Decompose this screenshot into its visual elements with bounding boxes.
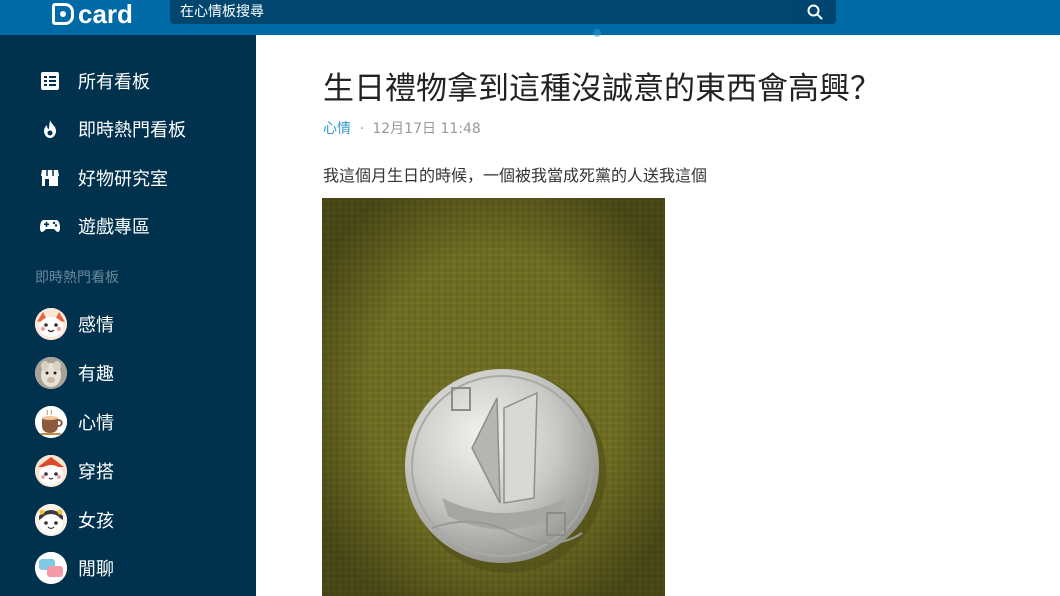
logo-text: card (78, 0, 133, 29)
forum-avatar-funny-icon (35, 357, 67, 389)
sidebar-forum-girl[interactable]: 女孩 (0, 500, 256, 540)
post-body: 我這個月生日的時候，一個被我當成死黨的人送我這個 (323, 166, 708, 185)
top-navigation-bar: card (0, 0, 1060, 35)
store-icon (39, 167, 61, 189)
sidebar-item-good-stuff[interactable]: 好物研究室 (0, 158, 256, 198)
sidebar: 所有看板 即時熱門看板 好物研究室 遊戲專區 即時熱門看板 感情 有趣 心情 穿… (0, 35, 256, 596)
post-title: 生日禮物拿到這種沒誠意的東西會高興？ (323, 71, 881, 107)
board-list-icon (39, 70, 61, 92)
dcard-logo[interactable]: card (52, 0, 133, 28)
forum-label: 有趣 (78, 364, 114, 385)
dcard-logo-icon (52, 3, 74, 25)
sidebar-item-games[interactable]: 遊戲專區 (0, 206, 256, 246)
sidebar-forum-love[interactable]: 感情 (0, 304, 256, 344)
forum-avatar-girl-icon (35, 504, 67, 536)
forum-label: 女孩 (78, 511, 114, 532)
sidebar-forum-talk[interactable]: 閒聊 (0, 548, 256, 588)
gamepad-icon (39, 215, 61, 237)
search-button[interactable] (794, 0, 836, 24)
sidebar-item-label: 遊戲專區 (78, 217, 150, 238)
forum-label: 閒聊 (78, 559, 114, 580)
scroll-indicator (593, 29, 601, 37)
search-input[interactable] (170, 0, 790, 24)
forum-avatar-talk-icon (35, 552, 67, 584)
forum-label: 穿搭 (78, 462, 114, 483)
fire-icon (39, 118, 61, 140)
sidebar-item-all-boards[interactable]: 所有看板 (0, 61, 256, 101)
forum-avatar-dressup-icon (35, 455, 67, 487)
sidebar-forum-funny[interactable]: 有趣 (0, 353, 256, 393)
meta-separator: · (359, 121, 364, 137)
forum-avatar-mood-icon (35, 406, 67, 438)
post-content: 生日禮物拿到這種沒誠意的東西會高興？ 心情 · 12月17日 11:48 我這個… (256, 29, 1060, 596)
sidebar-item-label: 即時熱門看板 (78, 120, 186, 141)
coin-photo[interactable] (322, 198, 665, 596)
post-forum-link[interactable]: 心情 (323, 121, 351, 137)
sidebar-item-hot-boards[interactable]: 即時熱門看板 (0, 109, 256, 149)
sidebar-item-label: 所有看板 (78, 72, 150, 93)
post-meta: 心情 · 12月17日 11:48 (323, 118, 481, 138)
forum-avatar-love-icon (35, 308, 67, 340)
sidebar-forum-dressup[interactable]: 穿搭 (0, 451, 256, 491)
search-bar (170, 0, 836, 24)
forum-label: 心情 (78, 413, 114, 434)
post-timestamp: 12月17日 11:48 (372, 121, 481, 137)
forum-label: 感情 (78, 315, 114, 336)
sidebar-forum-mood[interactable]: 心情 (0, 402, 256, 442)
search-icon (807, 4, 823, 20)
sidebar-item-label: 好物研究室 (78, 169, 168, 190)
hot-boards-section-title: 即時熱門看板 (35, 270, 119, 286)
